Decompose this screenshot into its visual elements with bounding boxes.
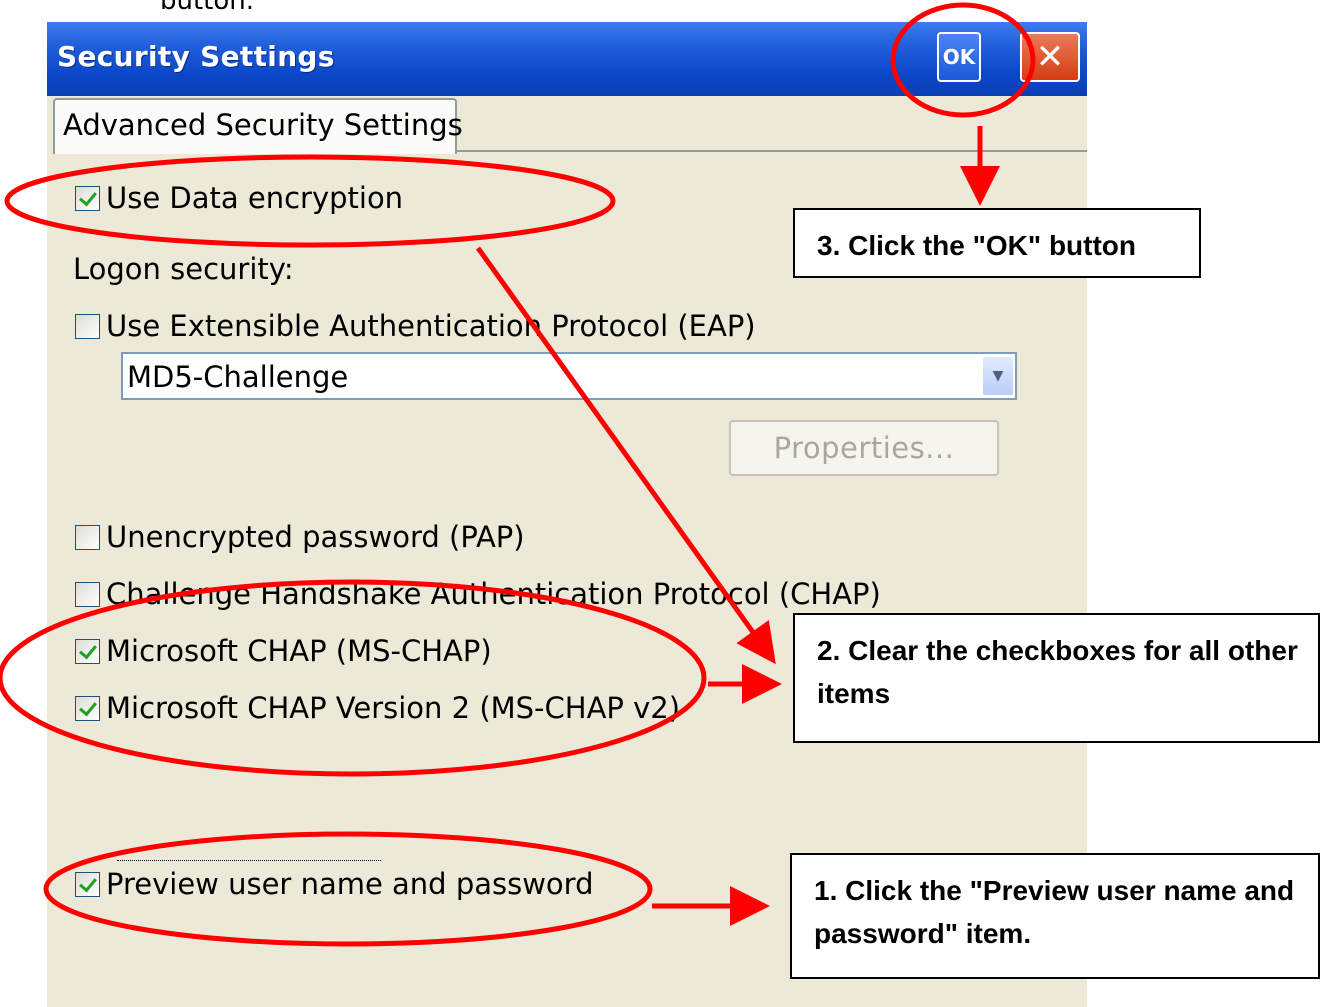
highlight-encryption-ellipse [4, 154, 616, 248]
highlight-mschap-ellipse [0, 579, 707, 777]
highlight-preview-ellipse [43, 831, 653, 947]
highlight-ok-ellipse [890, 2, 1036, 118]
annotation-overlay [0, 2, 1036, 947]
